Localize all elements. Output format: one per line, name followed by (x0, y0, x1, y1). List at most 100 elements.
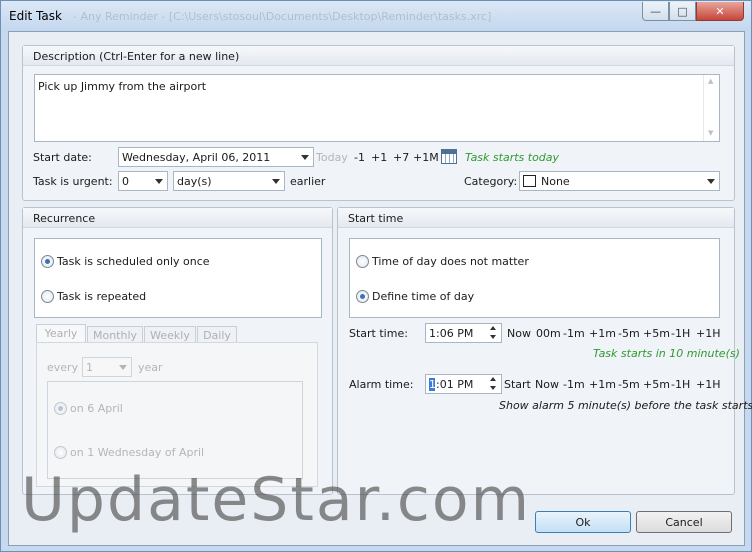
start-date-picker[interactable]: Wednesday, April 06, 2011 (118, 147, 314, 167)
weekday-option-label[interactable]: on 1 Wednesday of April (70, 446, 204, 459)
repeated-label[interactable]: Task is repeated (57, 290, 146, 303)
repeated-radio[interactable] (41, 290, 54, 303)
urgent-label: Task is urgent: (33, 175, 113, 188)
urgent-amount-select[interactable]: 0 (118, 171, 168, 191)
start-minus-5m-link[interactable]: -5m (618, 327, 640, 340)
start-time-title: Start time (348, 212, 404, 225)
scroll-up-icon: ▲ (708, 77, 714, 85)
watermark-text: UpdateStar.com (21, 465, 532, 535)
start-plus-1m-link[interactable]: +1m (589, 327, 616, 340)
alarm-now-link[interactable]: Now (535, 378, 559, 391)
tab-yearly[interactable]: Yearly (36, 324, 86, 342)
urgent-amount-value: 0 (122, 175, 129, 188)
minimize-button[interactable]: — (642, 2, 669, 21)
description-textarea[interactable]: Pick up Jimmy from the airport ▲ ▼ (34, 74, 720, 142)
define-time-label[interactable]: Define time of day (372, 290, 474, 303)
start-time-spinner[interactable] (489, 324, 499, 342)
category-label: Category: (464, 175, 518, 188)
alarm-time-input[interactable]: 1:01 PM (425, 374, 502, 394)
no-time-radio[interactable] (356, 255, 369, 268)
window-title-path: - Any Reminder - [C:\Users\stosoul\Docum… (73, 10, 492, 23)
recurrence-mode-panel: Task is scheduled only once Task is repe… (34, 238, 322, 318)
description-label: Description (Ctrl-Enter for a new line) (33, 50, 240, 63)
maximize-button[interactable]: □ (669, 2, 696, 21)
date-minus-1[interactable]: -1 (354, 151, 365, 164)
cancel-button[interactable]: Cancel (636, 511, 732, 533)
close-icon: ✕ (715, 4, 725, 18)
start-time-value: 1:06 PM (429, 327, 474, 340)
spin-up-icon (490, 326, 496, 330)
date-plus-7[interactable]: +7 (393, 151, 409, 164)
chevron-down-icon (707, 179, 715, 184)
start-now-link[interactable]: Now (507, 327, 531, 340)
category-value: None (541, 175, 570, 188)
chevron-down-icon (155, 179, 163, 184)
alarm-time-value: 1:01 PM (429, 378, 473, 391)
every-select[interactable]: 1 (82, 357, 132, 377)
alarm-time-rest: :01 PM (436, 378, 474, 391)
alarm-plus-5m-link[interactable]: +5m (643, 378, 670, 391)
alarm-start-link[interactable]: Start (504, 378, 531, 391)
recurrence-header: Recurrence (23, 208, 332, 228)
time-mode-panel: Time of day does not matter Define time … (349, 238, 720, 318)
alarm-time-spinner[interactable] (489, 375, 499, 393)
close-button[interactable]: ✕ (696, 2, 744, 21)
description-scrollbar[interactable]: ▲ ▼ (703, 75, 719, 141)
chevron-down-icon (272, 179, 280, 184)
scroll-down-icon: ▼ (708, 129, 714, 137)
calendar-icon[interactable] (441, 149, 457, 164)
every-unit: year (138, 361, 163, 374)
alarm-plus-1h-link[interactable]: +1H (696, 378, 721, 391)
chevron-down-icon (301, 155, 309, 160)
alarm-time-selected-digit: 1 (429, 378, 436, 391)
today-link[interactable]: Today (316, 151, 348, 164)
description-header: Description (Ctrl-Enter for a new line) (23, 46, 734, 66)
weekday-option-radio[interactable] (54, 446, 67, 459)
start-time-header: Start time (338, 208, 734, 228)
every-label: every (47, 361, 79, 374)
start-00m-link[interactable]: 00m (536, 327, 561, 340)
alarm-plus-1m-link[interactable]: +1m (589, 378, 616, 391)
start-date-label: Start date: (33, 151, 92, 164)
recurrence-title: Recurrence (33, 212, 96, 225)
date-plus-1-month[interactable]: +1M (413, 151, 439, 164)
start-date-value: Wednesday, April 06, 2011 (122, 151, 271, 164)
date-plus-1[interactable]: +1 (371, 151, 387, 164)
category-select[interactable]: None (519, 171, 720, 191)
chevron-down-icon (119, 365, 127, 370)
urgent-unit-value: day(s) (177, 175, 212, 188)
once-radio[interactable] (41, 255, 54, 268)
urgent-suffix: earlier (290, 175, 326, 188)
start-time-label: Start time: (349, 327, 408, 340)
spin-up-icon (490, 377, 496, 381)
minimize-icon: — (650, 4, 661, 18)
start-plus-1h-link[interactable]: +1H (696, 327, 721, 340)
start-time-input[interactable]: 1:06 PM (425, 323, 502, 343)
date-option-label[interactable]: on 6 April (70, 402, 123, 415)
start-minus-1m-link[interactable]: -1m (563, 327, 585, 340)
define-time-radio[interactable] (356, 290, 369, 303)
alarm-minus-5m-link[interactable]: -5m (618, 378, 640, 391)
alarm-status: Show alarm 5 minute(s) before the task s… (499, 399, 752, 412)
start-time-status: Task starts in 10 minute(s) (593, 347, 740, 360)
edit-task-window: Edit Task - Any Reminder - [C:\Users\sto… (0, 0, 752, 552)
category-color-swatch (523, 175, 536, 187)
start-plus-5m-link[interactable]: +5m (643, 327, 670, 340)
every-value: 1 (86, 361, 93, 374)
spin-down-icon (490, 386, 496, 390)
alarm-minus-1h-link[interactable]: -1H (671, 378, 690, 391)
alarm-minus-1m-link[interactable]: -1m (563, 378, 585, 391)
spin-down-icon (490, 335, 496, 339)
no-time-label[interactable]: Time of day does not matter (372, 255, 529, 268)
once-label[interactable]: Task is scheduled only once (57, 255, 210, 268)
alarm-time-label: Alarm time: (349, 378, 414, 391)
start-minus-1h-link[interactable]: -1H (671, 327, 690, 340)
urgent-unit-select[interactable]: day(s) (173, 171, 285, 191)
date-option-radio[interactable] (54, 402, 67, 415)
title-bar[interactable]: Edit Task - Any Reminder - [C:\Users\sto… (1, 1, 751, 31)
start-date-status: Task starts today (465, 151, 560, 164)
ok-button[interactable]: Ok (535, 511, 631, 533)
window-title: Edit Task (9, 9, 62, 23)
maximize-icon: □ (677, 4, 688, 18)
description-text: Pick up Jimmy from the airport (38, 80, 207, 93)
